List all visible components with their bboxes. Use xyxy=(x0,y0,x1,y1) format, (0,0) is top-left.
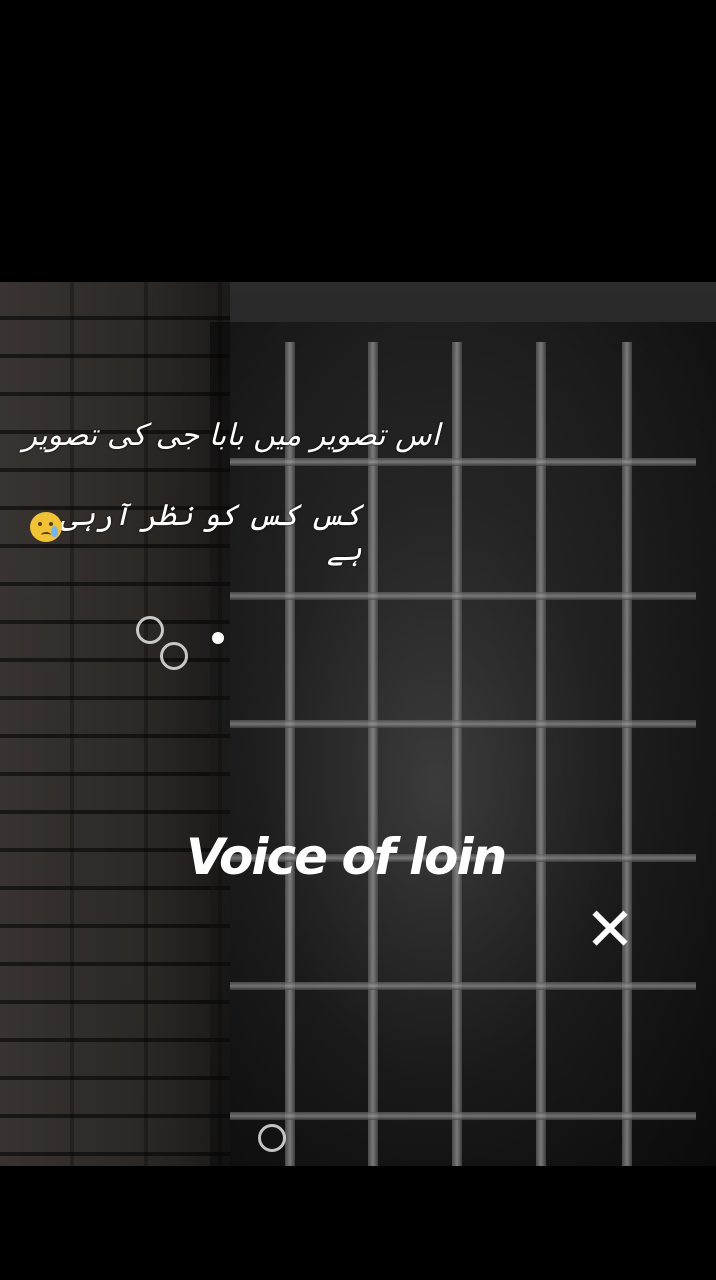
bokeh-ring xyxy=(160,642,188,670)
bokeh-ring xyxy=(136,616,164,644)
window-crossbar xyxy=(230,720,696,728)
window-crossbar xyxy=(230,982,696,990)
crying-face-icon xyxy=(30,512,62,542)
close-icon[interactable]: ✕ xyxy=(580,900,640,960)
watermark-text: Voice of loin xyxy=(186,828,507,886)
window-crossbar xyxy=(230,1112,696,1120)
window-crossbar xyxy=(230,592,696,600)
bokeh-ring xyxy=(258,1124,286,1152)
caption-line-2: کس کس کو نظر آرہی ہے xyxy=(60,498,362,568)
light-dot xyxy=(212,632,224,644)
background-photo xyxy=(0,282,716,1166)
brick-joints xyxy=(0,282,230,1166)
window-crossbar xyxy=(230,458,696,466)
caption-line-1: اس تصویر میں بابا جی کی تصویر xyxy=(22,418,440,453)
